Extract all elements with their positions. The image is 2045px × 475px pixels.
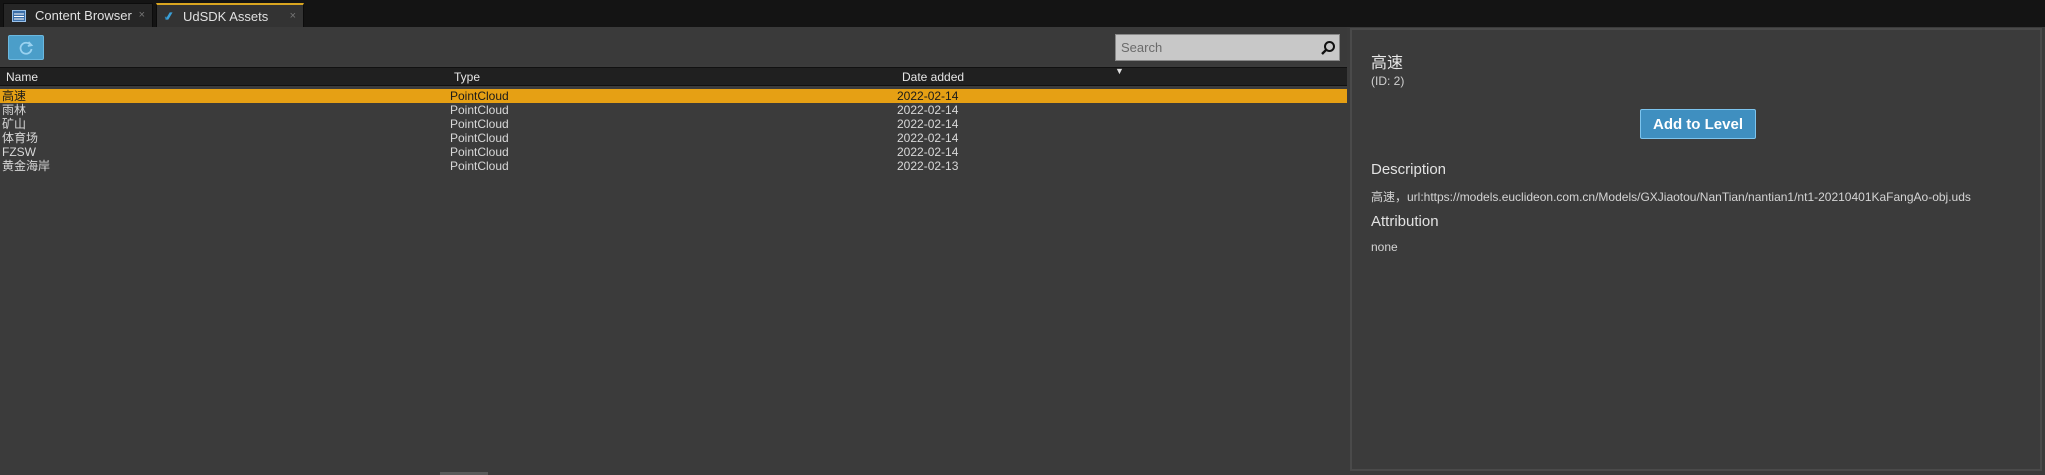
asset-details-panel: 高速 (ID: 2) Add to Level Description 高速，u… — [1350, 28, 2042, 471]
asset-title: 高速 — [1371, 55, 1404, 72]
asset-id: (ID: 2) — [1371, 74, 1405, 88]
magnifier-icon — [1321, 40, 1335, 55]
search-input[interactable] — [1116, 34, 1317, 61]
row-type: PointCloud — [450, 159, 509, 173]
row-date: 2022-02-14 — [897, 131, 959, 145]
refresh-button[interactable] — [8, 35, 44, 60]
add-to-level-button[interactable]: Add to Level — [1640, 109, 1756, 139]
column-header-name[interactable]: Name — [6, 70, 38, 84]
tab-content-browser[interactable]: Content Browser × — [3, 3, 153, 27]
udsdk-icon — [164, 12, 173, 20]
row-type: PointCloud — [450, 103, 509, 117]
asset-list-header: Name Type Date added ▼ — [0, 66, 1347, 86]
row-type: PointCloud — [450, 145, 509, 159]
tab-bar: Content Browser × UdSDK Assets × — [0, 0, 2045, 27]
row-name: 黄金海岸 — [2, 159, 51, 173]
tab-label: UdSDK Assets — [183, 8, 269, 24]
table-row[interactable]: 体育场 PointCloud 2022-02-14 — [0, 131, 1347, 145]
row-type: PointCloud — [450, 131, 509, 145]
row-type: PointCloud — [450, 89, 509, 103]
content-browser-icon — [12, 9, 26, 22]
table-row[interactable]: 高速 PointCloud 2022-02-14 — [0, 89, 1347, 103]
close-icon[interactable]: × — [290, 10, 296, 22]
row-name: 体育场 — [2, 131, 39, 145]
asset-toolbar — [0, 27, 1347, 65]
tab-label: Content Browser — [35, 8, 132, 23]
description-text: 高速，url:https://models.euclideon.com.cn/M… — [1371, 190, 1971, 204]
description-heading: Description — [1371, 161, 1447, 178]
column-header-type[interactable]: Type — [454, 70, 480, 84]
row-date: 2022-02-14 — [897, 103, 959, 117]
row-name: FZSW — [2, 145, 36, 159]
attribution-heading: Attribution — [1371, 213, 1439, 230]
column-header-date-added[interactable]: Date added — [902, 70, 964, 84]
refresh-icon — [19, 40, 34, 55]
sort-descending-icon[interactable]: ▼ — [1115, 66, 1124, 76]
row-date: 2022-02-13 — [897, 159, 959, 173]
row-date: 2022-02-14 — [897, 145, 959, 159]
search-box — [1115, 34, 1340, 61]
tab-udsdk-assets[interactable]: UdSDK Assets × — [156, 3, 304, 27]
attribution-text: none — [1371, 240, 1398, 254]
row-date: 2022-02-14 — [897, 117, 959, 131]
row-date: 2022-02-14 — [897, 89, 959, 103]
row-name: 高速 — [2, 89, 27, 103]
search-button[interactable] — [1317, 37, 1339, 59]
row-name: 雨林 — [2, 103, 27, 117]
table-row[interactable]: 雨林 PointCloud 2022-02-14 — [0, 103, 1347, 117]
table-row[interactable]: 矿山 PointCloud 2022-02-14 — [0, 117, 1347, 131]
asset-list: 高速 PointCloud 2022-02-14 雨林 PointCloud 2… — [0, 89, 1347, 173]
row-name: 矿山 — [2, 117, 27, 131]
table-row[interactable]: FZSW PointCloud 2022-02-14 — [0, 145, 1347, 159]
table-row[interactable]: 黄金海岸 PointCloud 2022-02-13 — [0, 159, 1347, 173]
close-icon[interactable]: × — [139, 9, 145, 21]
row-type: PointCloud — [450, 117, 509, 131]
